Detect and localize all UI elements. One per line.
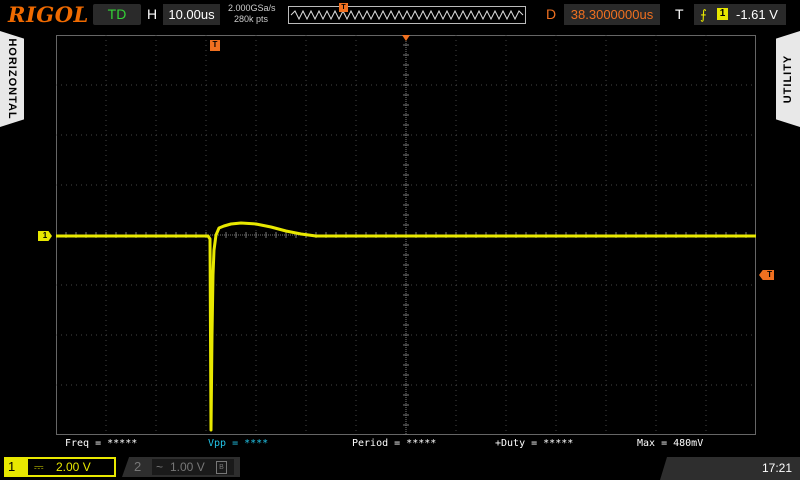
horizontal-label: H bbox=[147, 6, 158, 22]
ch1-waveform bbox=[56, 221, 756, 432]
acquisition-info: 2.000GSa/s 280k pts bbox=[228, 3, 276, 25]
rising-edge-icon: ⨍ bbox=[700, 7, 707, 22]
ch1-scale: 2.00 V bbox=[56, 460, 91, 474]
dc-coupling-icon: ⎓ bbox=[34, 460, 44, 474]
trigger-level-marker[interactable]: T bbox=[759, 270, 774, 280]
utility-menu-tab[interactable]: UTILITY bbox=[776, 31, 800, 127]
ch2-settings[interactable]: 2 ~ 1.00 V B bbox=[122, 457, 240, 477]
trigger-settings[interactable]: ⨍ 1 -1.61 V bbox=[694, 4, 786, 25]
measurement-vpp: Vpp = **** bbox=[208, 438, 269, 449]
trigger-label: T bbox=[675, 6, 684, 22]
timebase-value[interactable]: 10.00us bbox=[163, 4, 220, 25]
ch2-info: ~ 1.00 V B bbox=[152, 459, 234, 475]
ch2-scale: 1.00 V bbox=[170, 460, 205, 474]
measurement-freq: Freq = ***** bbox=[65, 438, 138, 449]
measurement-duty: +Duty = ***** bbox=[495, 438, 574, 449]
bottom-status-bar: 1 ⎓ 2.00 V 2 ~ 1.00 V B 17:21 bbox=[0, 454, 800, 480]
waveform-display[interactable] bbox=[56, 35, 756, 435]
ch1-ground-marker[interactable]: 1 bbox=[38, 231, 52, 241]
ch1-info: ⎓ 2.00 V bbox=[28, 459, 114, 475]
horizontal-menu-label: HORIZONTAL bbox=[6, 38, 18, 120]
brand-logo: RIGOL bbox=[8, 2, 89, 27]
horizontal-menu-tab[interactable]: HORIZONTAL bbox=[0, 31, 24, 127]
top-status-bar: RIGOL TD H 10.00us 2.000GSa/s 280k pts T… bbox=[0, 0, 800, 31]
clock: 17:21 bbox=[761, 461, 792, 475]
trigger-time-marker[interactable]: T bbox=[210, 40, 220, 51]
memory-trigger-marker: T bbox=[339, 3, 348, 12]
utility-menu-label: UTILITY bbox=[782, 54, 794, 104]
measurement-period: Period = ***** bbox=[352, 438, 437, 449]
trigger-source-badge: 1 bbox=[717, 8, 728, 20]
run-state-indicator[interactable]: TD bbox=[93, 4, 141, 25]
trigger-position-pointer bbox=[402, 35, 410, 41]
status-panel: 17:21 bbox=[660, 457, 800, 480]
sample-rate: 2.000GSa/s bbox=[228, 3, 276, 13]
ac-coupling-icon: ~ bbox=[156, 460, 164, 474]
memory-depth: 280k pts bbox=[234, 14, 269, 24]
ch1-settings[interactable]: 1 ⎓ 2.00 V bbox=[4, 457, 116, 477]
memory-overview-bar bbox=[288, 6, 526, 24]
ch1-number: 1 bbox=[8, 459, 16, 474]
trigger-level-value: -1.61 V bbox=[736, 7, 778, 22]
memory-waveform-preview bbox=[290, 9, 524, 21]
delay-label: D bbox=[546, 6, 557, 22]
measurement-max: Max = 480mV bbox=[637, 438, 704, 449]
delay-value[interactable]: 38.3000000us bbox=[564, 4, 660, 25]
ch2-number: 2 bbox=[134, 459, 142, 474]
bandwidth-limit-icon: B bbox=[216, 461, 227, 474]
